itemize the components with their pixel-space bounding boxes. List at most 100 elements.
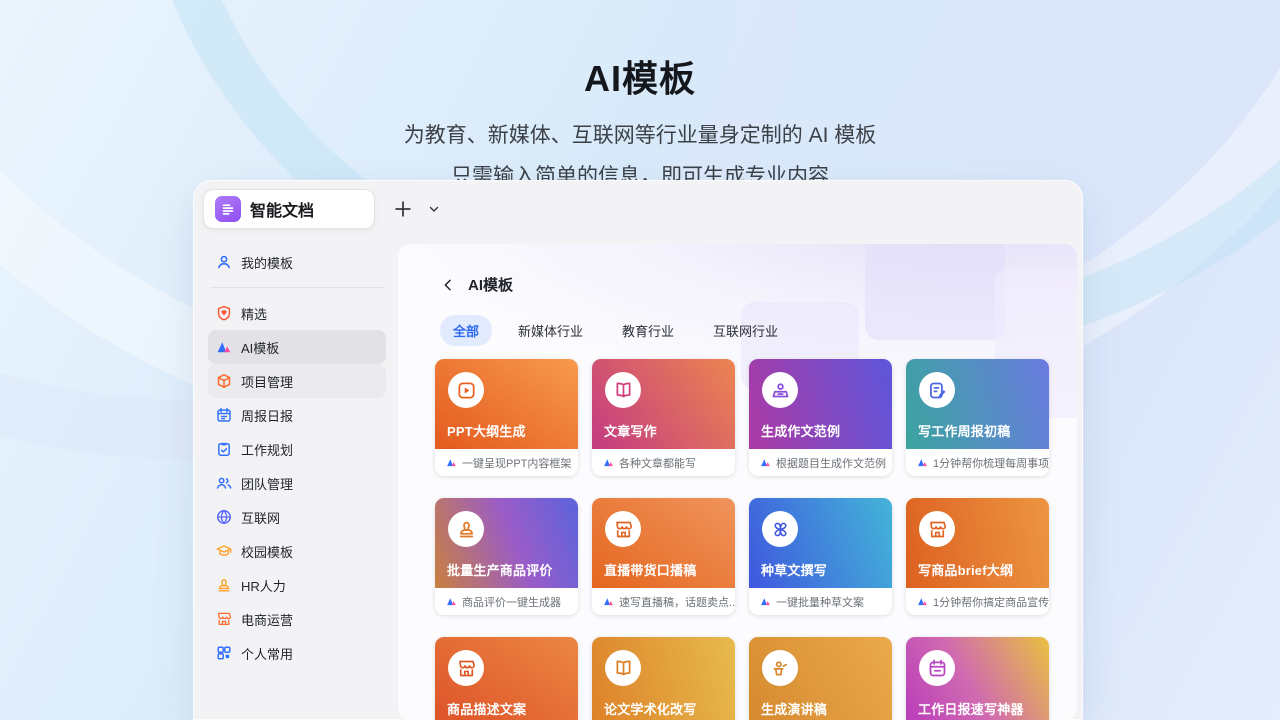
user-icon	[216, 254, 232, 270]
card-caption-text: 商品评价一键生成器	[462, 594, 561, 610]
template-card-ppt-outline[interactable]: PPT大纲生成一键呈现PPT内容框架	[435, 359, 578, 476]
sidebar-item-label: 互联网	[241, 508, 280, 527]
clipboard-icon	[216, 441, 232, 457]
card-caption: 速写直播稿，话题卖点...	[592, 588, 735, 615]
tab-all[interactable]: 全部	[440, 315, 492, 346]
chevron-down-icon	[427, 202, 441, 216]
card-title: 写商品brief大纲	[918, 560, 1013, 579]
card-cover: 直播带货口播稿	[592, 498, 735, 588]
panel-header: AI模板	[398, 244, 1077, 295]
panel-title: AI模板	[468, 274, 513, 295]
app-name: 智能文档	[250, 197, 314, 221]
featured-icon	[216, 305, 232, 321]
tab-education[interactable]: 教育行业	[609, 315, 687, 346]
card-cover: 写工作周报初稿	[906, 359, 1049, 449]
sidebar-item-featured[interactable]: 精选	[208, 296, 386, 330]
play-square-icon	[448, 372, 484, 408]
sidebar-item-label: HR人力	[241, 576, 286, 595]
sidebar-item-internet[interactable]: 互联网	[208, 500, 386, 534]
sidebar-item-label: 精选	[241, 304, 267, 323]
store-icon	[605, 511, 641, 547]
grid-icon	[216, 645, 232, 661]
page-subtitle-line1: 为教育、新媒体、互联网等行业量身定制的 AI 模板	[0, 119, 1280, 149]
template-card-daily-report-writer[interactable]: 工作日报速写神器	[906, 637, 1049, 720]
sidebar-item-label: 我的模板	[241, 253, 293, 272]
back-button[interactable]	[440, 277, 456, 293]
page-title: AI模板	[0, 50, 1280, 102]
ai-logo-icon	[917, 457, 928, 468]
window-topbar: 智能文档	[193, 180, 1083, 237]
sidebar-item-label: 校园模板	[241, 542, 293, 561]
grad-cap-icon	[216, 543, 232, 559]
card-cover: 工作日报速写神器	[906, 637, 1049, 720]
template-card-batch-product-reviews[interactable]: 批量生产商品评价商品评价一键生成器	[435, 498, 578, 615]
chevron-left-icon	[440, 277, 456, 293]
template-card-paper-academic-rewrite[interactable]: 论文学术化改写	[592, 637, 735, 720]
card-caption: 商品评价一键生成器	[435, 588, 578, 615]
ai-logo-icon	[446, 596, 457, 607]
sidebar-item-campus-templates[interactable]: 校园模板	[208, 534, 386, 568]
card-cover: PPT大纲生成	[435, 359, 578, 449]
sidebar-item-label: 团队管理	[241, 474, 293, 493]
tab-new-media[interactable]: 新媒体行业	[505, 315, 596, 346]
template-card-product-brief-outline[interactable]: 写商品brief大纲 1分钟帮你搞定商品宣传...	[906, 498, 1049, 615]
card-caption-text: 1分钟帮你搞定商品宣传...	[933, 594, 1049, 610]
sidebar-item-my-templates[interactable]: 我的模板	[208, 245, 386, 279]
card-title: 论文学术化改写	[604, 699, 696, 718]
ai-logo-icon	[216, 339, 232, 355]
card-title: 工作日报速写神器	[918, 699, 1024, 718]
tab-internet[interactable]: 互联网行业	[700, 315, 791, 346]
app-tab-smart-doc[interactable]: 智能文档	[203, 189, 375, 229]
knot-icon	[762, 511, 798, 547]
sidebar-item-ecommerce[interactable]: 电商运营	[208, 602, 386, 636]
essay-person-icon	[762, 372, 798, 408]
new-tab-button[interactable]	[392, 198, 414, 220]
sidebar: 我的模板精选 AI模板项目管理周报日报工作规划团队管理互联网校园模板 HR人力电商运…	[193, 237, 398, 720]
sidebar-item-personal-common[interactable]: 个人常用	[208, 636, 386, 670]
sidebar-item-weekly-daily-report[interactable]: 周报日报	[208, 398, 386, 432]
globe-icon	[216, 509, 232, 525]
card-cover: 文章写作	[592, 359, 735, 449]
template-card-livestream-script[interactable]: 直播带货口播稿速写直播稿，话题卖点...	[592, 498, 735, 615]
card-title: 生成演讲稿	[761, 699, 827, 718]
tab-list-dropdown-button[interactable]	[427, 202, 441, 216]
sidebar-item-label: 周报日报	[241, 406, 293, 425]
card-title: 生成作文范例	[761, 421, 840, 440]
card-caption: 一键呈现PPT内容框架	[435, 449, 578, 476]
card-caption: 各种文章都能写	[592, 449, 735, 476]
sidebar-item-project-management[interactable]: 项目管理	[208, 364, 386, 398]
sidebar-item-label: 个人常用	[241, 644, 293, 663]
sidebar-item-work-planning[interactable]: 工作规划	[208, 432, 386, 466]
card-caption: 1分钟帮你搞定商品宣传...	[906, 588, 1049, 615]
ai-logo-icon	[603, 457, 614, 468]
template-card-product-description[interactable]: 商品描述文案	[435, 637, 578, 720]
main-panel: AI模板 全部新媒体行业教育行业互联网行业 PPT大纲生成一键呈现PPT内容框架…	[398, 244, 1077, 720]
card-title: 商品描述文案	[447, 699, 526, 718]
store-side-icon	[216, 611, 232, 627]
sidebar-item-team-management[interactable]: 团队管理	[208, 466, 386, 500]
card-title: 种草文撰写	[761, 560, 827, 579]
template-card-essay-example[interactable]: 生成作文范例根据题目生成作文范例	[749, 359, 892, 476]
cube-icon	[216, 373, 232, 389]
sidebar-item-ai-templates[interactable]: AI模板	[208, 330, 386, 364]
template-card-seeding-copy[interactable]: 种草文撰写一键批量种草文案	[749, 498, 892, 615]
template-card-weekly-report-draft[interactable]: 写工作周报初稿1分钟帮你梳理每周事项	[906, 359, 1049, 476]
card-caption-text: 各种文章都能写	[619, 455, 696, 471]
team-icon	[216, 475, 232, 491]
page-background: AI模板 为教育、新媒体、互联网等行业量身定制的 AI 模板 只需输入简单的信息…	[0, 0, 1280, 720]
template-card-article-writing[interactable]: 文章写作各种文章都能写	[592, 359, 735, 476]
sidebar-item-label: 电商运营	[241, 610, 293, 629]
template-card-speech-generation[interactable]: 生成演讲稿	[749, 637, 892, 720]
sidebar-item-label: 项目管理	[241, 372, 293, 391]
podium-icon	[762, 650, 798, 686]
sidebar-item-hr[interactable]: HR人力	[208, 568, 386, 602]
calendar-icon	[919, 650, 955, 686]
calendar-icon	[216, 407, 232, 423]
sidebar-item-label: AI模板	[241, 338, 279, 357]
smart-doc-logo-icon	[215, 196, 241, 222]
card-caption-text: 一键批量种草文案	[776, 594, 864, 610]
hr-stamp-icon	[216, 577, 232, 593]
ai-logo-icon	[760, 457, 771, 468]
card-caption-text: 一键呈现PPT内容框架	[462, 455, 571, 471]
card-caption: 一键批量种草文案	[749, 588, 892, 615]
